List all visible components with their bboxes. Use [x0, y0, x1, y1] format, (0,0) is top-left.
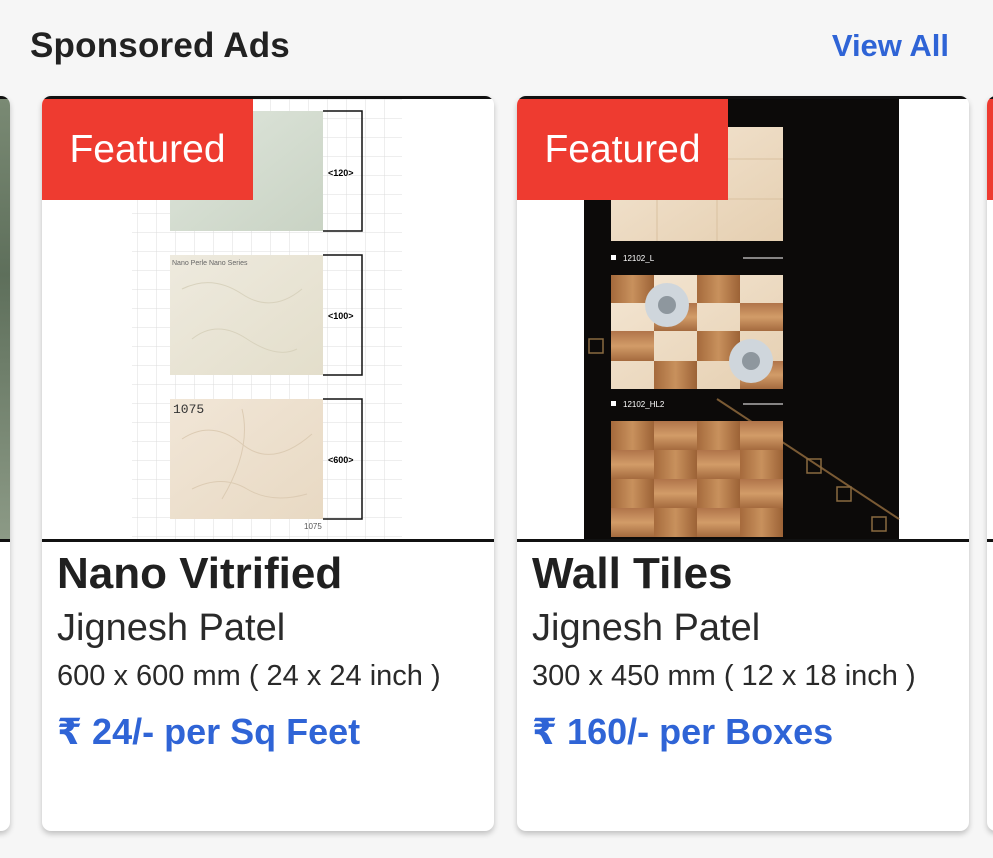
seller-name: Jignesh Patel	[57, 607, 286, 649]
featured-badge: Featured	[42, 99, 253, 200]
previous-ad-image	[0, 96, 10, 542]
ad-card-wall-tiles[interactable]: 12102_L 12102_HL2 Featured Wall Tiles Ji…	[517, 96, 969, 831]
featured-badge: Featured	[517, 99, 728, 200]
product-title: Nano Vitrified	[57, 549, 343, 598]
tile-size-label-1: <120>	[328, 168, 354, 178]
product-size: 300 x 450 mm ( 12 x 18 inch )	[532, 660, 916, 692]
tile-code-bottom: 1075	[304, 522, 322, 531]
sponsored-ads-title: Sponsored Ads	[30, 26, 290, 65]
ad-card-nano-vitrified[interactable]: <120> Nano Perle Nano Series <100> 1075 …	[42, 96, 494, 831]
product-title: Wall Tiles	[532, 549, 733, 598]
seller-name: Jignesh Patel	[532, 607, 761, 649]
tile-size-label-2: <100>	[328, 311, 354, 321]
product-image: 12102_L 12102_HL2 Featured	[517, 96, 969, 542]
product-image: <120> Nano Perle Nano Series <100> 1075 …	[42, 96, 494, 542]
next-ad-card[interactable]	[987, 96, 993, 831]
product-price: ₹ 24/- per Sq Feet	[57, 711, 361, 752]
tile-code-2: 12102_HL2	[623, 400, 665, 409]
tile-size-label-3: <600>	[328, 455, 354, 465]
next-ad-image	[987, 96, 993, 542]
tile-code-1: 12102_L	[623, 254, 655, 263]
product-price: ₹ 160/- per Boxes	[532, 711, 834, 752]
previous-ad-card[interactable]	[0, 96, 10, 831]
tile-code-top: 1075	[173, 402, 204, 417]
view-all-link[interactable]: View All	[832, 28, 949, 64]
series-label: Nano Perle Nano Series	[172, 260, 248, 267]
product-size: 600 x 600 mm ( 24 x 24 inch )	[57, 660, 441, 692]
